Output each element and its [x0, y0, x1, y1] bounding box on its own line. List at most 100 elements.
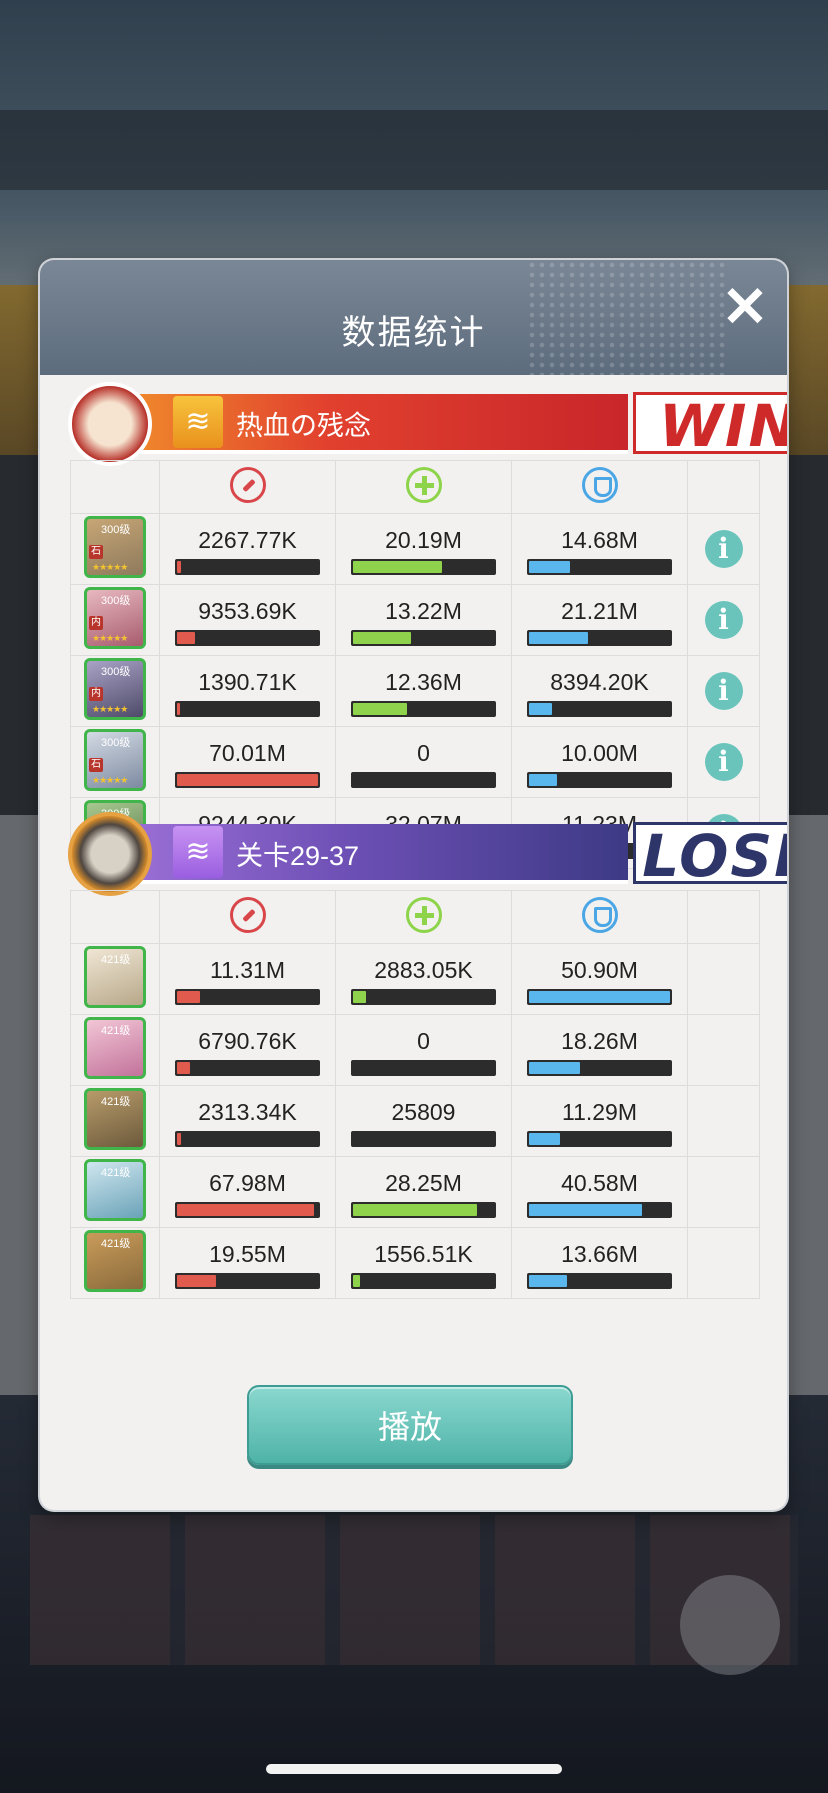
info-cell: i: [687, 513, 760, 585]
defense-cell: 8394.20K: [511, 655, 688, 727]
info-cell: [687, 1014, 760, 1086]
hero-class-badge: 内: [89, 686, 103, 701]
hero-cell: 300级内 ★★★★★: [70, 655, 160, 727]
heal-column-header: [335, 890, 512, 944]
damage-bar: [175, 1202, 320, 1218]
defense-bar: [527, 630, 672, 646]
heal-cell: 13.22M: [335, 584, 512, 656]
info-cell: i: [687, 584, 760, 656]
damage-bar-fill: [177, 561, 182, 573]
damage-bar: [175, 989, 320, 1005]
damage-cell: 2267.77K: [159, 513, 336, 585]
defense-bar: [527, 1060, 672, 1076]
info-cell: [687, 1085, 760, 1157]
info-icon[interactable]: i: [704, 743, 743, 781]
hero-stars-icon: ★★★★★: [92, 561, 128, 572]
heal-cross-icon: [405, 466, 442, 503]
heal-bar: [351, 701, 496, 717]
stats-header-row: [70, 890, 760, 944]
defense-bar: [527, 1202, 672, 1218]
defense-bar-fill: [529, 703, 552, 715]
heal-value: 20.19M: [385, 527, 462, 553]
defense-column-header: [511, 890, 688, 944]
damage-value: 19.55M: [209, 1241, 286, 1267]
info-icon[interactable]: i: [704, 672, 743, 710]
damage-value: 70.01M: [209, 740, 286, 766]
sword-icon: [229, 896, 266, 933]
heal-value: 1556.51K: [374, 1241, 473, 1267]
team-stats-table-lose: 421级 11.31M 2883.05K 50.90M 421级 6790.76K 0 18.…: [70, 890, 760, 1299]
heal-cell: 12.36M: [335, 655, 512, 727]
defense-cell: 13.66M: [511, 1227, 688, 1299]
hero-portrait: 421级: [84, 945, 146, 1008]
heal-bar: [351, 1131, 496, 1147]
hero-stat-row: 421级 67.98M 28.25M 40.58M: [70, 1156, 760, 1228]
team-name: 热血の残念: [236, 411, 371, 441]
hero-cell: 421级: [70, 1085, 160, 1157]
heal-bar: [351, 1060, 496, 1076]
damage-bar: [175, 630, 320, 646]
hero-portrait: 421级: [84, 1016, 146, 1079]
heal-bar-fill: [353, 703, 407, 715]
defense-bar: [527, 772, 672, 788]
damage-cell: 70.01M: [159, 726, 336, 798]
stats-header-row: [70, 460, 760, 514]
damage-cell: 2313.34K: [159, 1085, 336, 1157]
team-banner-lose: ≋ 关卡29-37 LOSE: [68, 812, 787, 896]
damage-cell: 1390.71K: [159, 655, 336, 727]
defense-bar: [527, 1273, 672, 1289]
damage-value: 6790.76K: [198, 1028, 297, 1054]
defense-value: 40.58M: [561, 1170, 638, 1196]
heal-value: 28.25M: [385, 1170, 462, 1196]
defense-bar-fill: [529, 1062, 580, 1074]
damage-bar-fill: [177, 1275, 217, 1287]
damage-bar: [175, 1060, 320, 1076]
damage-bar-fill: [177, 774, 318, 786]
hero-portrait: 421级: [84, 1158, 146, 1221]
damage-value: 1390.71K: [198, 669, 297, 695]
hero-level: 421级: [101, 953, 131, 966]
defense-bar: [527, 989, 672, 1005]
heal-bar-fill: [353, 561, 442, 573]
defense-cell: 18.26M: [511, 1014, 688, 1086]
hero-portrait: 300级内 ★★★★★: [84, 586, 146, 649]
info-icon[interactable]: i: [704, 530, 743, 568]
heal-value: 2883.05K: [374, 957, 473, 983]
damage-bar: [175, 701, 320, 717]
heal-value: 12.36M: [385, 669, 462, 695]
hero-cell: 421级: [70, 1227, 160, 1299]
hero-portrait: 300级石 ★★★★★: [84, 728, 146, 791]
hero-stat-row: 300级内 ★★★★★ 1390.71K 12.36M 8394.20K i: [70, 655, 760, 727]
damage-bar-fill: [177, 1204, 314, 1216]
heal-cell: 20.19M: [335, 513, 512, 585]
header-empty-cell: [70, 890, 160, 944]
damage-column-header: [159, 890, 336, 944]
info-icon[interactable]: i: [704, 601, 743, 639]
info-cell: i: [687, 726, 760, 798]
hero-level: 421级: [101, 1237, 131, 1250]
damage-cell: 9353.69K: [159, 584, 336, 656]
hero-level: 421级: [101, 1166, 131, 1179]
info-cell: [687, 1227, 760, 1299]
defense-bar: [527, 1131, 672, 1147]
play-button[interactable]: 播放: [247, 1385, 573, 1465]
battle-stats-dialog: 数据统计 ✕ ≋ 热血の残念 WIN 300级石 ★★★★★ 2267.77K 20.…: [40, 260, 787, 1510]
defense-bar-fill: [529, 1275, 568, 1287]
damage-value: 11.31M: [209, 957, 285, 983]
home-indicator[interactable]: [266, 1764, 562, 1774]
damage-bar-fill: [177, 703, 180, 715]
hero-cell: 421级: [70, 1014, 160, 1086]
team-leader-avatar: [68, 812, 152, 896]
heal-value: 0: [417, 740, 430, 766]
damage-bar: [175, 559, 320, 575]
team-banner-win: ≋ 热血の残念 WIN: [68, 382, 787, 466]
defense-cell: 14.68M: [511, 513, 688, 585]
damage-value: 2267.77K: [198, 527, 297, 553]
close-button[interactable]: ✕: [718, 279, 772, 335]
defense-value: 14.68M: [561, 527, 638, 553]
defense-bar-fill: [529, 1204, 642, 1216]
hero-class-badge: 内: [89, 615, 103, 630]
defense-bar-fill: [529, 561, 570, 573]
damage-value: 67.98M: [209, 1170, 286, 1196]
defense-column-header: [511, 460, 688, 514]
